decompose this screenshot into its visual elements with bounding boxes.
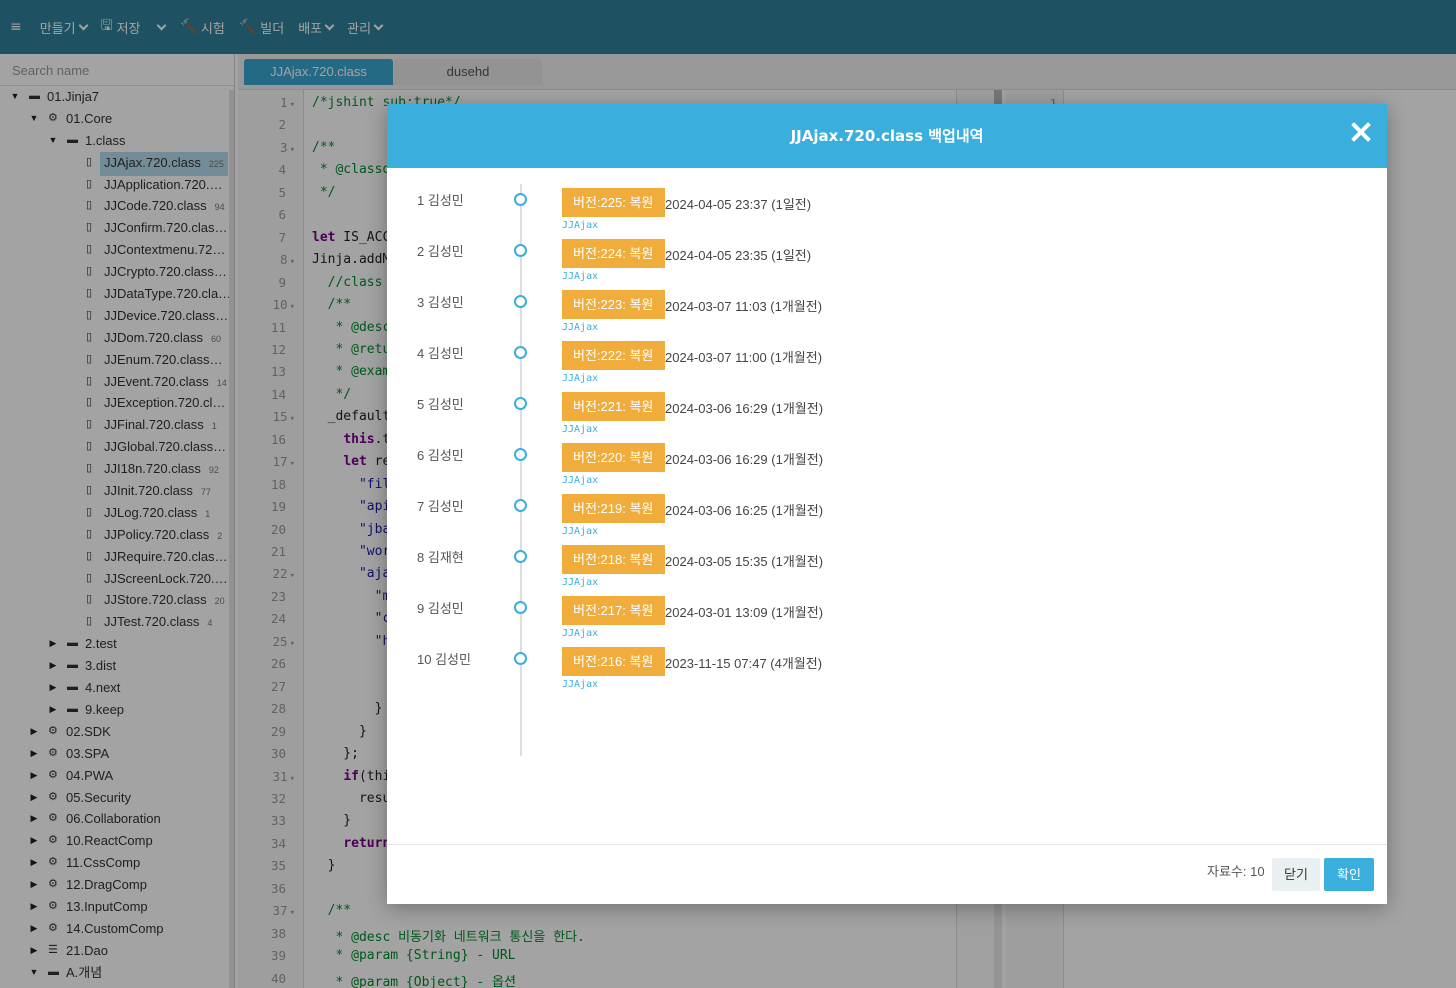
history-entry: 7 김성민 버전:219: 복원 2024-03-06 16:25 (1개월전) JJ…	[387, 484, 1387, 537]
entry-author: 2 김성민	[417, 241, 464, 260]
record-count: 자료수: 10	[1207, 864, 1265, 879]
entry-author: 5 김성민	[417, 394, 464, 413]
history-entry: 6 김성민 버전:220: 복원 2024-03-06 16:29 (1개월전) JJ…	[387, 433, 1387, 486]
entry-user: 김성민	[427, 448, 464, 463]
restore-version-button[interactable]: 버전:219: 복원	[562, 494, 665, 523]
restore-version-button[interactable]: 버전:223: 복원	[562, 290, 665, 319]
restore-version-button[interactable]: 버전:222: 복원	[562, 341, 665, 370]
history-entry: 5 김성민 버전:221: 복원 2024-03-06 16:29 (1개월전) JJ…	[387, 382, 1387, 435]
timeline-dot-icon	[514, 601, 527, 614]
entry-index: 4	[417, 346, 425, 361]
entry-user: 김성민	[427, 499, 464, 514]
entry-author: 4 김성민	[417, 343, 464, 362]
entry-author: 6 김성민	[417, 445, 464, 464]
entry-user: 김성민	[427, 397, 464, 412]
entry-author: 7 김성민	[417, 496, 464, 515]
backup-history-dialog: JJAjax.720.class 백업내역 1 김성민 버전:225: 복원 202…	[387, 104, 1387, 904]
restore-version-button[interactable]: 버전:224: 복원	[562, 239, 665, 268]
entry-user: 김성민	[427, 193, 464, 208]
entry-datetime: 2024-04-05 23:35 (1일전)	[665, 248, 812, 263]
entry-index: 2	[417, 244, 425, 259]
timeline-dot-icon	[514, 295, 527, 308]
history-entry: 4 김성민 버전:222: 복원 2024-03-07 11:00 (1개월전) JJ…	[387, 331, 1387, 384]
history-entry: 1 김성민 버전:225: 복원 2024-04-05 23:37 (1일전) JJA…	[387, 178, 1387, 231]
timeline-dot-icon	[514, 193, 527, 206]
entry-author: 10 김성민	[417, 649, 471, 668]
entry-index: 3	[417, 295, 425, 310]
history-entry: 10 김성민 버전:216: 복원 2023-11-15 07:47 (4개월전) J…	[387, 637, 1387, 690]
entry-user: 김성민	[427, 244, 464, 259]
entry-datetime: 2024-03-07 11:03 (1개월전)	[665, 299, 823, 314]
entry-user: 김성민	[427, 601, 464, 616]
entry-author: 9 김성민	[417, 598, 464, 617]
entry-source: JJAjax	[562, 679, 599, 690]
entry-index: 8	[417, 550, 425, 565]
timeline-dot-icon	[514, 652, 527, 665]
restore-version-button[interactable]: 버전:218: 복원	[562, 545, 665, 574]
dialog-header: JJAjax.720.class 백업내역	[387, 104, 1387, 168]
timeline-dot-icon	[514, 397, 527, 410]
timeline-dot-icon	[514, 550, 527, 563]
entry-datetime: 2024-03-07 11:00 (1개월전)	[665, 350, 823, 365]
timeline-dot-icon	[514, 244, 527, 257]
entry-datetime: 2024-03-06 16:29 (1개월전)	[665, 452, 824, 467]
entry-index: 9	[417, 601, 425, 616]
entry-index: 1	[417, 193, 425, 208]
history-entry: 2 김성민 버전:224: 복원 2024-04-05 23:35 (1일전) JJA…	[387, 229, 1387, 282]
restore-version-button[interactable]: 버전:221: 복원	[562, 392, 665, 421]
entry-index: 5	[417, 397, 425, 412]
history-entry: 8 김재현 버전:218: 복원 2024-03-05 15:35 (1개월전) JJ…	[387, 535, 1387, 588]
entry-datetime: 2024-03-06 16:25 (1개월전)	[665, 503, 824, 518]
dialog-body: 1 김성민 버전:225: 복원 2024-04-05 23:37 (1일전) JJA…	[387, 168, 1387, 844]
dialog-title: JJAjax.720.class 백업내역	[790, 127, 984, 145]
timeline-dot-icon	[514, 499, 527, 512]
entry-datetime: 2023-11-15 07:47 (4개월전)	[665, 656, 823, 671]
entry-index: 6	[417, 448, 425, 463]
close-icon[interactable]	[1351, 122, 1371, 142]
entry-user: 김성민	[427, 295, 464, 310]
timeline-dot-icon	[514, 346, 527, 359]
confirm-button[interactable]: 확인	[1324, 858, 1374, 891]
entry-index: 10	[417, 652, 432, 667]
entry-user: 김성민	[435, 652, 471, 667]
dialog-footer: 자료수: 10 닫기 확인	[387, 844, 1387, 904]
restore-version-button[interactable]: 버전:220: 복원	[562, 443, 665, 472]
restore-version-button[interactable]: 버전:217: 복원	[562, 596, 665, 625]
timeline-dot-icon	[514, 448, 527, 461]
entry-datetime: 2024-03-05 15:35 (1개월전)	[665, 554, 824, 569]
close-button[interactable]: 닫기	[1272, 858, 1320, 891]
entry-author: 3 김성민	[417, 292, 464, 311]
history-entry: 9 김성민 버전:217: 복원 2024-03-01 13:09 (1개월전) JJ…	[387, 586, 1387, 639]
entry-datetime: 2024-03-06 16:29 (1개월전)	[665, 401, 824, 416]
restore-version-button[interactable]: 버전:225: 복원	[562, 188, 665, 217]
entry-user: 김성민	[427, 346, 464, 361]
restore-version-button[interactable]: 버전:216: 복원	[562, 647, 665, 676]
entry-datetime: 2024-03-01 13:09 (1개월전)	[665, 605, 824, 620]
entry-author: 8 김재현	[417, 547, 464, 566]
entry-datetime: 2024-04-05 23:37 (1일전)	[665, 197, 812, 212]
entry-author: 1 김성민	[417, 190, 464, 209]
entry-index: 7	[417, 499, 425, 514]
entry-user: 김재현	[427, 550, 464, 565]
history-entry: 3 김성민 버전:223: 복원 2024-03-07 11:03 (1개월전) JJ…	[387, 280, 1387, 333]
